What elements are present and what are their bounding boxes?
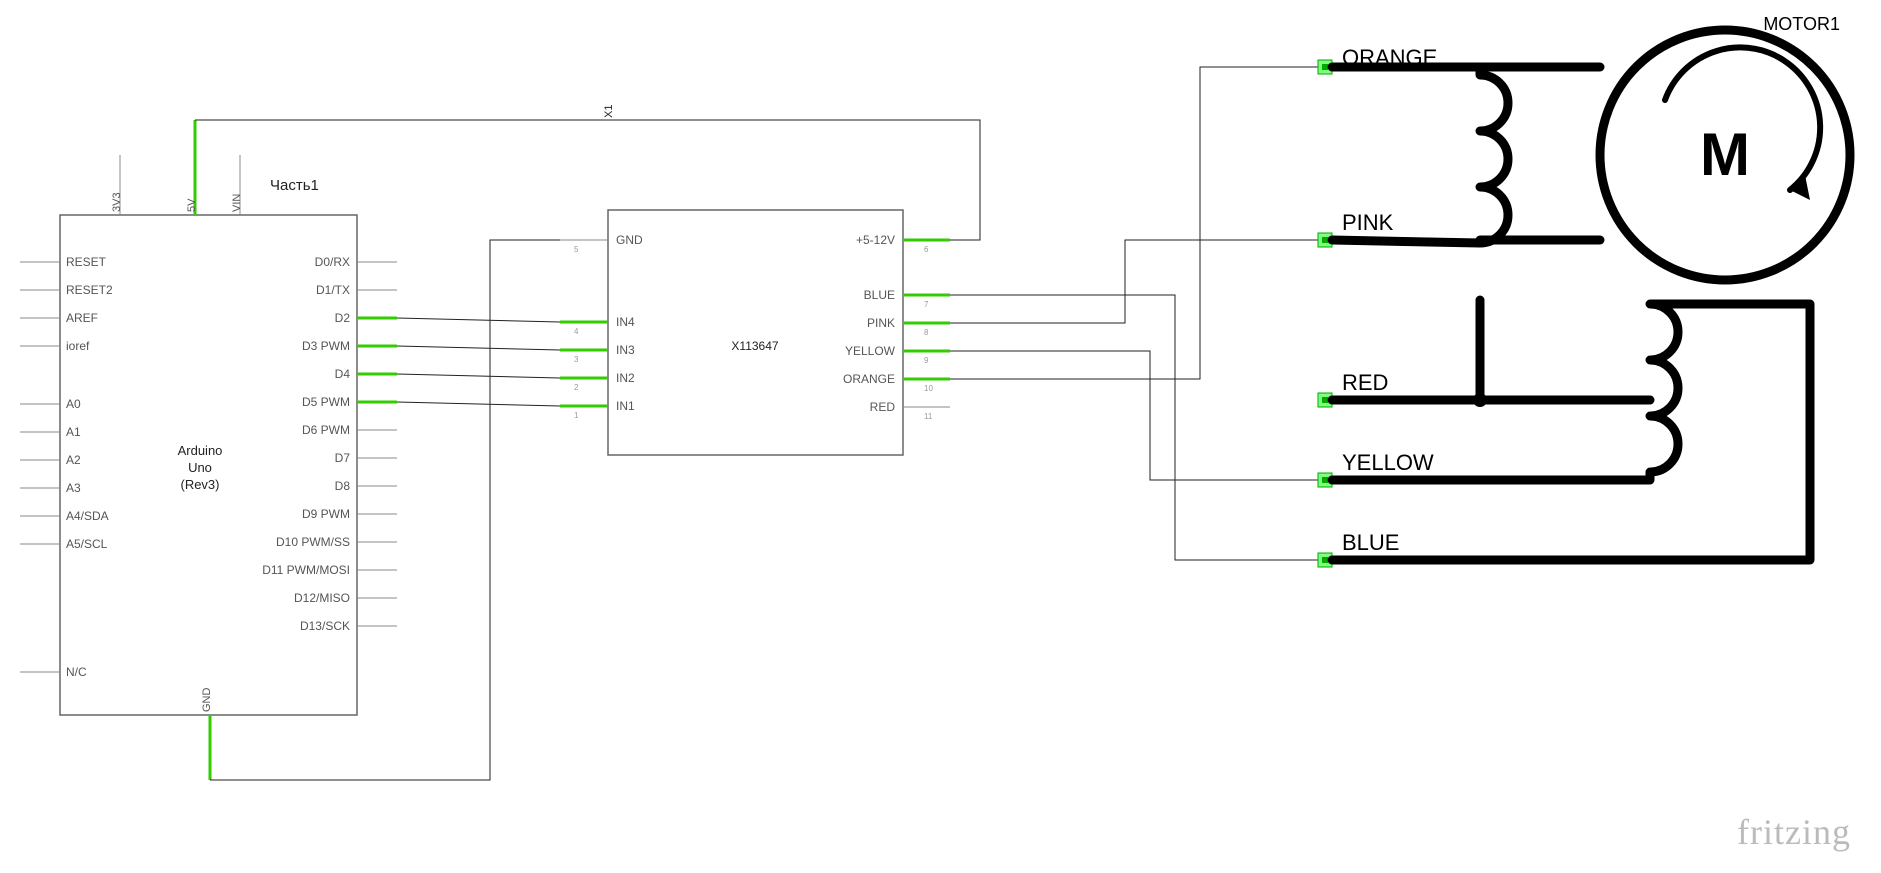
svg-text:D11 PWM/MOSI: D11 PWM/MOSI [262, 563, 350, 577]
driver-right-pins: 6 +5-12V 7 BLUE 8 PINK 9 YELLOW 10 ORANGE 11 R… [843, 233, 950, 421]
svg-text:D9 PWM: D9 PWM [302, 507, 350, 521]
arduino-block: Arduino Uno (Rev3) 3V3 5V VIN RESET RESE… [20, 120, 397, 780]
svg-text:D12/MISO: D12/MISO [294, 591, 350, 605]
svg-text:D5 PWM: D5 PWM [302, 395, 350, 409]
svg-text:4: 4 [574, 327, 579, 336]
arduino-top-pins: 3V3 5V VIN [111, 120, 243, 215]
svg-text:A3: A3 [66, 481, 81, 495]
svg-text:10: 10 [924, 384, 933, 393]
arduino-name-2: Uno [188, 460, 212, 475]
svg-text:A2: A2 [66, 453, 81, 467]
svg-text:IN1: IN1 [616, 399, 635, 413]
svg-text:5V: 5V [186, 198, 198, 212]
svg-text:YELLOW: YELLOW [845, 344, 896, 358]
svg-text:RESET: RESET [66, 255, 107, 269]
svg-text:A5/SCL: A5/SCL [66, 537, 108, 551]
motor-terminals: ORANGE PINK RED YELLOW BLUE [1318, 45, 1437, 567]
svg-text:GND: GND [616, 233, 643, 247]
svg-text:8: 8 [924, 328, 929, 337]
driver-left-pins: 5 GND 4 IN4 3 IN3 2 IN2 1 IN1 [560, 233, 643, 420]
schematic-canvas: Arduino Uno (Rev3) 3V3 5V VIN RESET RESE… [0, 0, 1881, 873]
svg-text:D1/TX: D1/TX [316, 283, 350, 297]
svg-text:D10 PWM/SS: D10 PWM/SS [276, 535, 350, 549]
arduino-name-1: Arduino [178, 443, 223, 458]
svg-text:RESET2: RESET2 [66, 283, 113, 297]
driver-block: X113647 X1 5 GND 4 IN4 3 IN3 2 IN2 1 IN1 6 +5-… [560, 105, 950, 455]
svg-text:2: 2 [574, 383, 579, 392]
svg-text:IN4: IN4 [616, 315, 635, 329]
svg-text:ORANGE: ORANGE [843, 372, 895, 386]
svg-text:BLUE: BLUE [864, 288, 895, 302]
svg-text:5: 5 [574, 245, 579, 254]
svg-text:9: 9 [924, 356, 929, 365]
motor-wire-pink: PINK [1342, 210, 1394, 235]
motor-signal-wires [950, 67, 1325, 560]
motor-wire-red: RED [1342, 370, 1388, 395]
svg-text:D2: D2 [335, 311, 351, 325]
svg-text:VIN: VIN [231, 194, 243, 212]
svg-text:7: 7 [924, 300, 929, 309]
motor-title: MOTOR1 [1763, 14, 1840, 34]
svg-text:A4/SDA: A4/SDA [66, 509, 109, 523]
svg-text:3: 3 [574, 355, 579, 364]
arduino-right-pins: D0/RX D1/TX D2 D3 PWM D4 D5 PWM D6 PWM D… [262, 255, 397, 633]
svg-text:D13/SCK: D13/SCK [300, 619, 350, 633]
svg-text:IN2: IN2 [616, 371, 635, 385]
svg-text:11: 11 [924, 412, 933, 421]
arduino-name-3: (Rev3) [180, 477, 219, 492]
svg-text:3V3: 3V3 [111, 192, 123, 212]
watermark: fritzing [1737, 811, 1851, 853]
svg-text:D8: D8 [335, 479, 351, 493]
signal-wires [397, 318, 560, 406]
svg-text:A0: A0 [66, 397, 81, 411]
svg-text:RED: RED [870, 400, 896, 414]
svg-text:D6 PWM: D6 PWM [302, 423, 350, 437]
svg-text:ioref: ioref [66, 339, 90, 353]
svg-text:IN3: IN3 [616, 343, 635, 357]
svg-text:D0/RX: D0/RX [315, 255, 350, 269]
motor-wire-blue: BLUE [1342, 530, 1399, 555]
svg-text:A1: A1 [66, 425, 81, 439]
svg-text:D4: D4 [335, 367, 351, 381]
motor-letter: M [1700, 121, 1750, 188]
svg-text:N/C: N/C [66, 665, 87, 679]
svg-text:PINK: PINK [867, 316, 895, 330]
svg-text:D3 PWM: D3 PWM [302, 339, 350, 353]
svg-text:D7: D7 [335, 451, 351, 465]
svg-text:+5-12V: +5-12V [856, 233, 895, 247]
svg-text:AREF: AREF [66, 311, 98, 325]
part1-label: Часть1 [270, 177, 319, 194]
driver-name: X113647 [731, 339, 778, 353]
motor-symbol: M [1332, 30, 1850, 560]
arduino-left-pins: RESET RESET2 AREF ioref A0 A1 A2 A3 A4/S… [20, 255, 113, 679]
arduino-gnd-label: GND [201, 688, 213, 713]
svg-text:1: 1 [574, 411, 579, 420]
driver-net-label: X1 [603, 105, 615, 118]
svg-text:6: 6 [924, 245, 929, 254]
motor-wire-yellow: YELLOW [1342, 450, 1434, 475]
